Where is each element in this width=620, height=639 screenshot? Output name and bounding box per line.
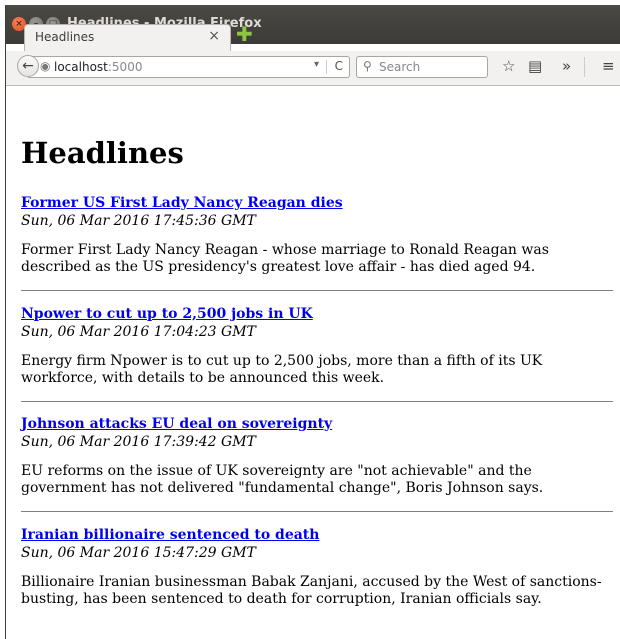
tab-label: Headlines xyxy=(35,30,95,44)
article-date: Sun, 06 Mar 2016 17:39:42 GMT xyxy=(21,434,256,450)
article-date: Sun, 06 Mar 2016 17:45:36 GMT xyxy=(21,213,256,229)
hamburger-menu-icon[interactable]: ≡ xyxy=(602,57,615,75)
search-icon: ⚲ xyxy=(363,59,372,73)
url-bar[interactable]: ◉ localhost:5000 ▾ C xyxy=(28,56,350,78)
article-date: Sun, 06 Mar 2016 17:04:23 GMT xyxy=(21,324,256,340)
navigation-toolbar: ◉ localhost:5000 ▾ C ← ⚲ Search ☆ ▤ » ≡ xyxy=(6,51,620,86)
url-separator xyxy=(326,60,327,74)
article-item: Iranian billionaire sentenced to death S… xyxy=(21,526,611,608)
toolbar-separator xyxy=(584,57,585,77)
page-content: Headlines Former US First Lady Nancy Rea… xyxy=(6,86,620,639)
overflow-chevron-icon[interactable]: » xyxy=(562,57,571,75)
search-input[interactable]: ⚲ Search xyxy=(356,56,488,78)
article-divider xyxy=(21,401,613,402)
reader-list-icon[interactable]: ▤ xyxy=(528,57,542,75)
url-text[interactable]: localhost:5000 xyxy=(54,60,142,74)
article-summary: EU reforms on the issue of UK sovereignt… xyxy=(21,463,544,496)
globe-icon: ◉ xyxy=(40,59,51,73)
article-item: Johnson attacks EU deal on sovereignty S… xyxy=(21,415,611,497)
article-item: Former US First Lady Nancy Reagan dies S… xyxy=(21,194,611,276)
new-tab-icon[interactable]: ✚ xyxy=(236,24,253,44)
article-summary: Former First Lady Nancy Reagan - whose m… xyxy=(21,242,549,275)
back-arrow-icon: ← xyxy=(22,58,34,74)
tab-close-icon[interactable]: × xyxy=(208,28,220,44)
reload-icon[interactable]: C xyxy=(335,59,343,73)
article-title-link[interactable]: Iranian billionaire sentenced to death xyxy=(21,526,611,544)
search-placeholder: Search xyxy=(379,60,421,74)
tab-strip: Headlines × ✚ xyxy=(6,24,620,51)
url-host: localhost xyxy=(54,60,108,74)
article-title-link[interactable]: Johnson attacks EU deal on sovereignty xyxy=(21,415,611,433)
article-summary: Billionaire Iranian businessman Babak Za… xyxy=(21,574,602,607)
article-divider xyxy=(21,511,613,512)
article-item: Npower to cut up to 2,500 jobs in UK Sun… xyxy=(21,305,611,387)
bookmark-star-icon[interactable]: ☆ xyxy=(502,57,515,75)
article-title-link[interactable]: Npower to cut up to 2,500 jobs in UK xyxy=(21,305,611,323)
article-divider xyxy=(21,290,613,291)
tab-headlines[interactable]: Headlines × xyxy=(24,24,231,51)
article-title-link[interactable]: Former US First Lady Nancy Reagan dies xyxy=(21,194,611,212)
url-port: :5000 xyxy=(107,60,143,74)
browser-window: × – □ Headlines - Mozilla Firefox Headli… xyxy=(5,5,620,639)
back-button[interactable]: ← xyxy=(17,55,39,77)
url-dropdown-icon[interactable]: ▾ xyxy=(314,59,319,70)
article-date: Sun, 06 Mar 2016 15:47:29 GMT xyxy=(21,545,256,561)
article-summary: Energy firm Npower is to cut up to 2,500… xyxy=(21,353,543,386)
page-title: Headlines xyxy=(21,136,184,170)
